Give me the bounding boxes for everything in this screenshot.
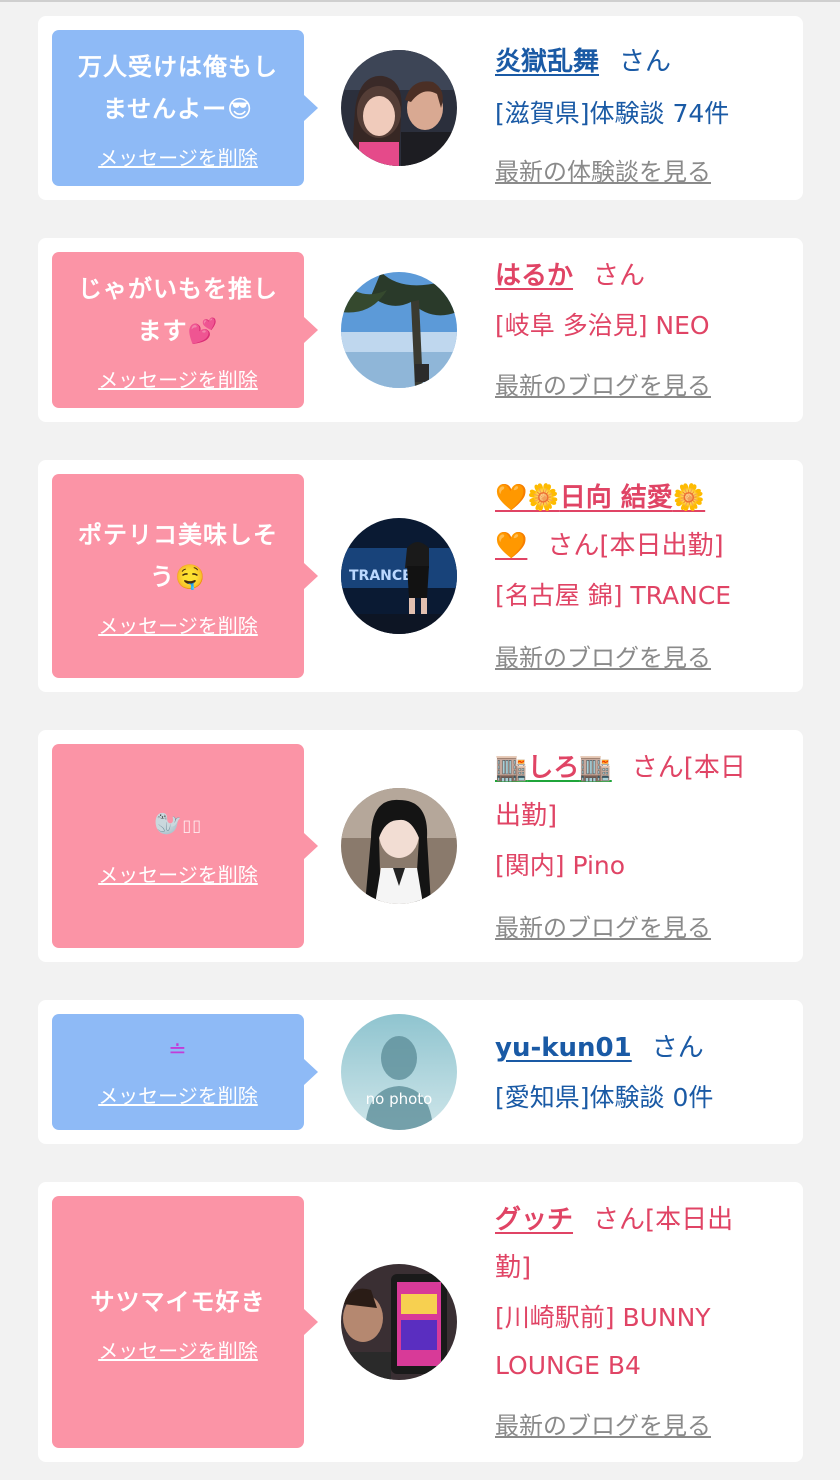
delete-message-link[interactable]: メッセージを削除: [98, 610, 258, 639]
message-text: ≐: [168, 1036, 187, 1066]
message-bubble: ポテリコ美味しそ う🤤 メッセージを削除: [52, 474, 318, 678]
message-line-1: ≐: [168, 1037, 188, 1063]
honorific: さん[本日出: [593, 1205, 734, 1235]
view-latest-link[interactable]: 最新のブログを見る: [495, 1406, 711, 1446]
location-text: [岐阜 多治見] NEO: [495, 311, 710, 340]
location-text-cont: LOUNGE B4: [495, 1351, 641, 1380]
message-line-1: 万人受けは俺もし: [78, 52, 278, 81]
view-latest-link[interactable]: 最新のブログを見る: [495, 638, 711, 678]
department-store-emoji-icon: 🏬: [495, 753, 528, 783]
user-info: 🏬しろ🏬 さん[本日 出勤] [関内] Pino 最新のブログを見る: [495, 744, 785, 948]
avatar[interactable]: no photo: [341, 1014, 457, 1130]
honorific-cont: 勤]: [495, 1253, 532, 1283]
location-text: [愛知県]体験談 0件: [495, 1083, 714, 1112]
message-line-1: じゃがいもを推し: [78, 274, 278, 303]
sunglasses-emoji-icon: 😎: [227, 94, 254, 123]
message-text: 🦭▯▯: [154, 804, 202, 847]
user-name-text: しろ: [527, 753, 580, 783]
user-name-link[interactable]: 🏬しろ🏬: [495, 753, 612, 783]
user-info: グッチ さん[本日出 勤] [川崎駅前] BUNNY LOUNGE B4 最新のブ…: [495, 1196, 785, 1446]
two-hearts-emoji-icon: 💕: [187, 316, 219, 345]
message-line-1: ポテリコ美味しそ: [78, 520, 278, 549]
location-text: [名古屋 錦] TRANCE: [495, 581, 732, 610]
user-info: yu-kun01 さん [愛知県]体験談 0件: [495, 1024, 785, 1122]
message-bubble: ≐ メッセージを削除: [52, 1014, 318, 1130]
heart-flower-emoji-icon: 🧡🌼: [495, 483, 560, 513]
department-store-emoji-icon: 🏬: [579, 753, 612, 783]
user-name-link[interactable]: はるか: [495, 261, 573, 291]
location-text: [滋賀県]体験談 74件: [495, 99, 730, 128]
delete-message-link[interactable]: メッセージを削除: [98, 142, 258, 171]
user-name-link[interactable]: 🧡🌼日向 結愛🌼: [495, 483, 705, 513]
user-name-text: 日向 結愛: [559, 483, 673, 513]
message-text: 万人受けは俺もし ませんよー😎: [78, 46, 278, 130]
user-name-link[interactable]: yu-kun01: [495, 1033, 632, 1063]
avatar[interactable]: [341, 1264, 457, 1380]
honorific: さん: [593, 261, 646, 291]
message-card: ポテリコ美味しそ う🤤 メッセージを削除 TRANCE 🧡🌼日向 結愛🌼 🧡 さん…: [38, 460, 803, 692]
message-card: 🦭▯▯ メッセージを削除 🏬しろ🏬 さん[本日 出勤] [関内] Pino 最新の…: [38, 730, 803, 962]
message-text: サツマイモ好き: [91, 1281, 266, 1323]
view-latest-link[interactable]: 最新のブログを見る: [495, 366, 711, 406]
message-text: じゃがいもを推し ます💕: [78, 268, 278, 352]
message-bubble: じゃがいもを推し ます💕 メッセージを削除: [52, 252, 318, 408]
user-info: 🧡🌼日向 結愛🌼 🧡 さん[本日出勤] [名古屋 錦] TRANCE 最新のブログ…: [495, 474, 785, 678]
view-latest-link[interactable]: 最新のブログを見る: [495, 908, 711, 948]
message-bubble: 万人受けは俺もし ませんよー😎 メッセージを削除: [52, 30, 318, 186]
user-info: 炎獄乱舞 さん [滋賀県]体験談 74件 最新の体験談を見る: [495, 38, 785, 192]
avatar[interactable]: [341, 788, 457, 904]
message-card: じゃがいもを推し ます💕 メッセージを削除 はるか さん [岐阜 多治見] NEO…: [38, 238, 803, 422]
delete-message-link[interactable]: メッセージを削除: [98, 1080, 258, 1109]
missing-glyph-text: ▯▯: [182, 816, 202, 835]
message-card: サツマイモ好き メッセージを削除 グッチ さん[本日出 勤] [川崎駅前] BUN…: [38, 1182, 803, 1462]
svg-text:TRANCE: TRANCE: [349, 568, 412, 584]
delete-message-link[interactable]: メッセージを削除: [98, 1335, 258, 1364]
message-card: ≐ メッセージを削除 no photo yu-kun01 さん [愛知県]体験談 …: [38, 1000, 803, 1144]
honorific-cont: 出勤]: [495, 801, 558, 831]
location-text: [関内] Pino: [495, 851, 626, 880]
user-name-link[interactable]: グッチ: [495, 1205, 573, 1235]
avatar[interactable]: [341, 272, 457, 388]
delete-message-link[interactable]: メッセージを削除: [98, 364, 258, 393]
message-line-1: サツマイモ好き: [90, 1287, 266, 1316]
no-photo-label: no photo: [365, 1090, 433, 1108]
delete-message-link[interactable]: メッセージを削除: [98, 859, 258, 888]
honorific: さん: [651, 1033, 704, 1063]
message-line-2: ませんよー: [102, 94, 228, 123]
message-card: 万人受けは俺もし ませんよー😎 メッセージを削除 炎獄乱舞 さん [滋賀県]体験談…: [38, 16, 803, 200]
message-line-2: ます: [137, 316, 188, 345]
user-name-link[interactable]: 炎獄乱舞: [495, 47, 599, 77]
drooling-face-emoji-icon: 🤤: [175, 562, 206, 591]
message-bubble: サツマイモ好き メッセージを削除: [52, 1196, 318, 1448]
seal-emoji-icon: 🦭: [153, 812, 183, 837]
honorific: さん[本日: [631, 753, 746, 783]
avatar[interactable]: [341, 50, 457, 166]
location-text: [川崎駅前] BUNNY: [495, 1303, 711, 1332]
user-name-link-cont[interactable]: 🧡: [495, 531, 527, 561]
avatar[interactable]: TRANCE: [341, 518, 457, 634]
flower-emoji-icon: 🌼: [672, 483, 706, 513]
message-line-2: う: [150, 562, 176, 591]
message-bubble: 🦭▯▯ メッセージを削除: [52, 744, 318, 948]
honorific: さん[本日出勤]: [547, 531, 724, 561]
view-latest-link[interactable]: 最新の体験談を見る: [495, 152, 711, 192]
message-text: ポテリコ美味しそ う🤤: [78, 514, 278, 598]
honorific: さん: [619, 47, 672, 77]
user-info: はるか さん [岐阜 多治見] NEO 最新のブログを見る: [495, 252, 785, 406]
